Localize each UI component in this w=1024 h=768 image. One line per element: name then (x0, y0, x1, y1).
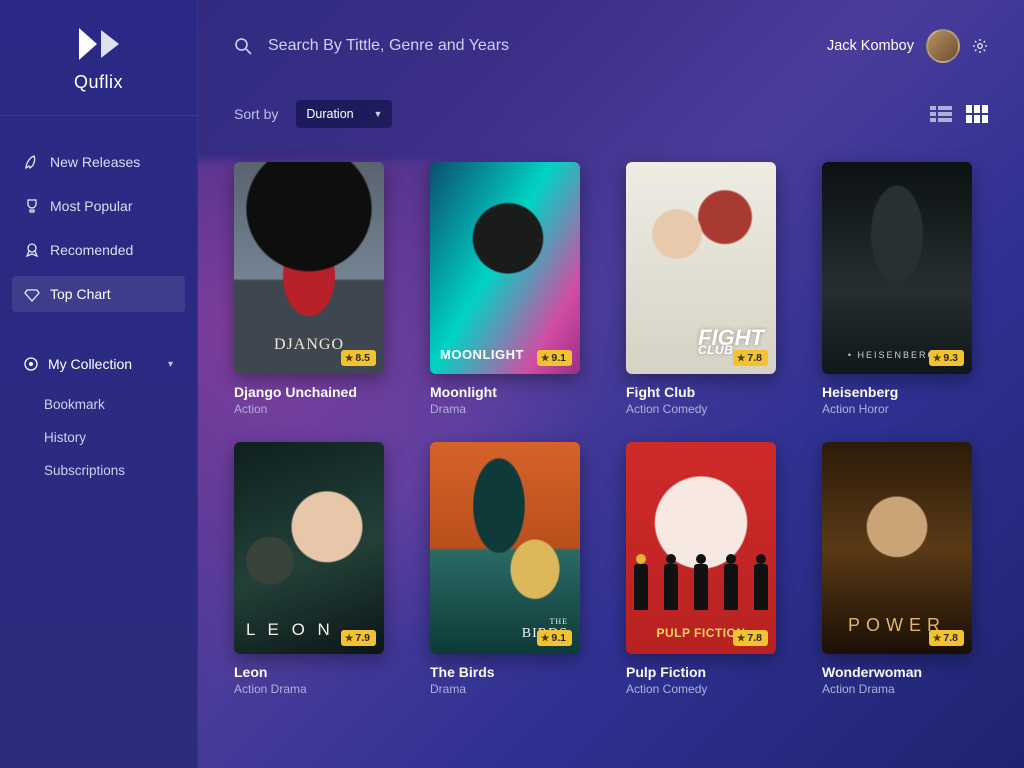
app-name: Quflix (74, 72, 123, 93)
nav-label: New Releases (50, 154, 140, 170)
play-logo-icon (79, 28, 119, 60)
nav-most-popular[interactable]: Most Popular (12, 188, 185, 224)
nav-new-releases[interactable]: New Releases (12, 144, 185, 180)
sub-bookmark[interactable]: Bookmark (0, 388, 197, 421)
trophy-icon (24, 198, 40, 214)
poster-art-text: MOONLIGHT (440, 347, 524, 362)
movie-title: The Birds (430, 664, 580, 680)
movie-card[interactable]: DJANGO 8.5 Django Unchained Action (234, 162, 384, 416)
rating-badge: 9.1 (537, 630, 572, 646)
user-name: Jack Komboy (827, 38, 914, 54)
movie-genre: Drama (430, 402, 580, 416)
sort-label: Sort by (234, 106, 278, 122)
movie-title: Leon (234, 664, 384, 680)
poster-figures (626, 564, 776, 610)
movie-card[interactable]: MOONLIGHT 9.1 Moonlight Drama (430, 162, 580, 416)
sub-subscriptions[interactable]: Subscriptions (0, 454, 197, 487)
movie-title: Pulp Fiction (626, 664, 776, 680)
search-input[interactable] (268, 37, 688, 55)
rating-badge: 9.1 (537, 350, 572, 366)
rating-badge: 9.3 (929, 350, 964, 366)
movie-title: Wonderwoman (822, 664, 972, 680)
movie-grid: DJANGO 8.5 Django Unchained Action MOONL… (234, 162, 988, 696)
search[interactable] (234, 37, 827, 55)
nav-label: Top Chart (50, 286, 111, 302)
chevron-down-icon: ▼ (373, 109, 382, 119)
movie-title: Moonlight (430, 384, 580, 400)
my-collection-toggle[interactable]: My Collection ▾ (12, 346, 185, 382)
movie-title: Django Unchained (234, 384, 384, 400)
movie-poster: PULP FICTION 7.8 (626, 442, 776, 654)
nav-label: Most Popular (50, 198, 132, 214)
rating-badge: 7.9 (341, 630, 376, 646)
movie-card[interactable]: • HEISENBERG • 9.3 Heisenberg Action Hor… (822, 162, 972, 416)
movie-card[interactable]: THEBIRDS 9.1 The Birds Drama (430, 442, 580, 696)
movie-poster: • HEISENBERG • 9.3 (822, 162, 972, 374)
circle-dot-icon (24, 357, 38, 371)
rating-badge: 8.5 (341, 350, 376, 366)
poster-art-text: DJANGO (274, 336, 344, 354)
search-icon (234, 37, 252, 55)
movie-poster: POWER 7.8 (822, 442, 972, 654)
sort-value: Duration (306, 107, 353, 121)
rating-badge: 7.8 (733, 630, 768, 646)
user-area: Jack Komboy (827, 29, 988, 63)
movie-poster: MOONLIGHT 9.1 (430, 162, 580, 374)
movie-genre: Action Drama (234, 682, 384, 696)
movie-genre: Action Comedy (626, 402, 776, 416)
movie-genre: Action Horor (822, 402, 972, 416)
movie-poster: FIGHTCLUB 7.8 (626, 162, 776, 374)
nav-recommended[interactable]: Recomended (12, 232, 185, 268)
diamond-icon (24, 286, 40, 302)
movie-poster: L E O N 7.9 (234, 442, 384, 654)
movie-card[interactable]: PULP FICTION 7.8 Pulp Fiction Action Com… (626, 442, 776, 696)
movie-poster: DJANGO 8.5 (234, 162, 384, 374)
topbar: Jack Komboy (234, 0, 988, 92)
movie-title: Heisenberg (822, 384, 972, 400)
sub-history[interactable]: History (0, 421, 197, 454)
poster-art-text: L E O N (246, 620, 334, 640)
movie-genre: Action Drama (822, 682, 972, 696)
logo[interactable]: Quflix (0, 0, 197, 116)
chevron-down-icon: ▾ (168, 359, 173, 370)
main-content: Jack Komboy Sort by Duration ▼ DJANGO 8.… (198, 0, 1024, 768)
view-toggle (930, 105, 988, 123)
sort-bar: Sort by Duration ▼ (234, 100, 988, 128)
nav-top-chart[interactable]: Top Chart (12, 276, 185, 312)
collection-label: My Collection (48, 356, 132, 372)
movie-card[interactable]: POWER 7.8 Wonderwoman Action Drama (822, 442, 972, 696)
movie-card[interactable]: L E O N 7.9 Leon Action Drama (234, 442, 384, 696)
movie-title: Fight Club (626, 384, 776, 400)
rocket-icon (24, 154, 40, 170)
avatar[interactable] (926, 29, 960, 63)
nav-label: Recomended (50, 242, 133, 258)
rating-badge: 7.8 (929, 630, 964, 646)
primary-nav: New Releases Most Popular Recomended Top… (0, 144, 197, 320)
movie-card[interactable]: FIGHTCLUB 7.8 Fight Club Action Comedy (626, 162, 776, 416)
movie-genre: Action (234, 402, 384, 416)
list-view-icon[interactable] (930, 105, 952, 123)
medal-icon (24, 242, 40, 258)
sidebar: Quflix New Releases Most Popular Recomen… (0, 0, 198, 768)
movie-poster: THEBIRDS 9.1 (430, 442, 580, 654)
rating-badge: 7.8 (733, 350, 768, 366)
movie-genre: Action Comedy (626, 682, 776, 696)
movie-genre: Drama (430, 682, 580, 696)
sort-select[interactable]: Duration ▼ (296, 100, 392, 128)
grid-view-icon[interactable] (966, 105, 988, 123)
gear-icon[interactable] (972, 38, 988, 54)
